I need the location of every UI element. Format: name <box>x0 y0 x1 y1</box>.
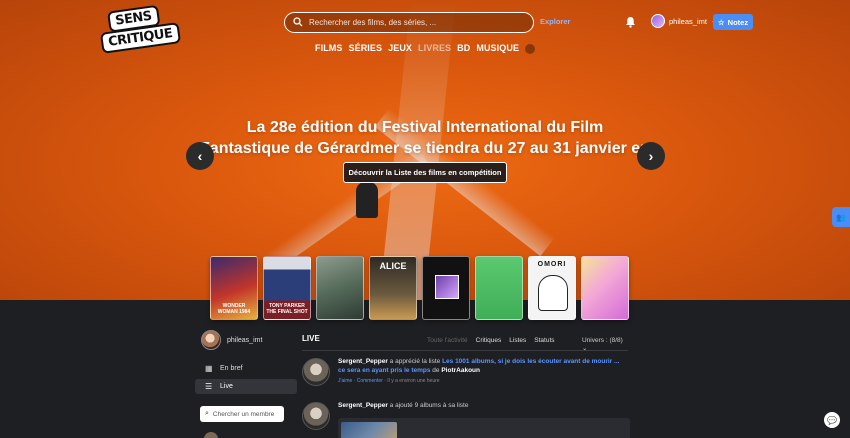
filter-listes[interactable]: Listes <box>509 337 526 344</box>
username-label: phileas_imt <box>669 16 707 26</box>
carousel-prev-button[interactable]: ‹ <box>186 142 214 170</box>
profile-username: phileas_imt <box>227 336 263 344</box>
nav-item-livres[interactable]: LIVRES <box>418 43 451 54</box>
poster-title: WONDER WOMAN 1984 <box>217 303 251 315</box>
divider <box>302 350 628 351</box>
poster-art <box>435 275 459 299</box>
sidebar-item-label: En bref <box>220 365 243 372</box>
filter-statuts[interactable]: Statuts <box>534 337 554 344</box>
feed-item-text: Sergent_Pepper a apprécié la liste Les 1… <box>338 358 628 386</box>
grid-icon: ▦ <box>205 364 213 373</box>
search-icon <box>293 17 303 27</box>
notez-button[interactable]: ☆ Notez <box>713 14 753 30</box>
feed-action: a ajouté 9 albums à sa liste <box>387 402 469 409</box>
sidebar: phileas_imt ▦ En bref ☰ Live ⌕ <box>195 330 297 422</box>
like-comment-links[interactable]: J'aime · Commenter <box>338 378 383 384</box>
sidebar-item-en-bref[interactable]: ▦ En bref <box>195 361 295 376</box>
member-search-box[interactable]: ⌕ <box>200 406 284 422</box>
search-input[interactable] <box>309 15 524 30</box>
poster-title: ALICE <box>379 261 407 271</box>
nav-item-films[interactable]: FILMS <box>315 43 343 54</box>
star-icon: ☆ <box>717 17 725 27</box>
poster-title: TONY PARKER THE FINAL SHOT <box>266 303 308 315</box>
avatar <box>201 330 221 350</box>
feed-action: a apprécié la liste <box>387 358 443 365</box>
poster[interactable]: ALICE <box>369 256 417 320</box>
search-bar[interactable] <box>284 12 534 33</box>
filter-all-activity[interactable]: Toute l'activité <box>427 337 468 344</box>
avatar[interactable] <box>302 358 330 386</box>
poster-art <box>538 275 568 311</box>
side-panel-tab[interactable]: 👥 <box>832 207 850 227</box>
live-feed: LIVE Toute l'activité Critiques Listes S… <box>302 332 630 438</box>
poster[interactable]: TONY PARKER THE FINAL SHOT <box>263 256 311 320</box>
poster[interactable] <box>581 256 629 320</box>
avatar <box>204 432 218 438</box>
list-preview-card[interactable] <box>338 418 630 438</box>
poster[interactable] <box>422 256 470 320</box>
user-menu[interactable]: phileas_imt ⌄ <box>651 14 717 28</box>
explore-link[interactable]: Explorer <box>540 17 570 26</box>
poster-title: OMORI <box>537 261 567 268</box>
feed-timestamp: · Il y a environ une heure <box>382 378 440 384</box>
feed-user-link[interactable]: Sergent_Pepper <box>338 402 388 409</box>
poster[interactable]: WONDER WOMAN 1984 <box>210 256 258 320</box>
top-bar: SENS CRITIQUE Explorer phileas_imt ⌄ ☆ N… <box>0 0 850 62</box>
avatar[interactable] <box>302 402 330 430</box>
carousel-next-button[interactable]: › <box>637 142 665 170</box>
chevron-left-icon: ‹ <box>197 148 203 164</box>
feed-filters: Toute l'activité Critiques Listes Statut… <box>427 337 555 344</box>
feed-title: LIVE <box>302 334 320 343</box>
chat-button[interactable]: 💬 <box>824 412 840 428</box>
people-icon: 👥 <box>836 212 846 222</box>
feed-meta: J'aime · Commenter · Il y a environ une … <box>338 377 628 386</box>
nav-item-bd[interactable]: BD <box>457 43 470 54</box>
sidebar-item-live[interactable]: ☰ Live <box>195 379 297 394</box>
album-cover <box>341 422 397 438</box>
feed-by: de <box>430 366 442 374</box>
more-icon[interactable] <box>525 44 536 54</box>
sidebar-item-label: Live <box>220 383 233 390</box>
feed-user-link[interactable]: Sergent_Pepper <box>338 358 388 365</box>
list-icon: ☰ <box>205 382 213 391</box>
nav-item-jeux[interactable]: JEUX <box>388 43 412 54</box>
search-icon: ⌕ <box>205 410 209 417</box>
nav-item-musique[interactable]: MUSIQUE <box>476 43 519 54</box>
avatar <box>651 14 665 28</box>
filter-critiques[interactable]: Critiques <box>476 337 502 344</box>
notez-label: Notez <box>727 17 749 27</box>
silhouette-figure <box>356 182 378 218</box>
poster[interactable]: OMORI <box>528 256 576 320</box>
feed-header: LIVE Toute l'activité Critiques Listes S… <box>302 332 628 352</box>
sens-critique-logo[interactable]: SENS CRITIQUE <box>97 3 181 59</box>
feed-item-text: Sergent_Pepper a ajouté 9 albums à sa li… <box>338 402 628 411</box>
poster[interactable] <box>475 256 523 320</box>
sidebar-menu: ▦ En bref ☰ Live <box>195 361 297 394</box>
chat-icon: 💬 <box>827 415 837 425</box>
category-nav: FILMS SÉRIES JEUX LIVRES BD MUSIQUE <box>315 43 536 54</box>
nav-item-series[interactable]: SÉRIES <box>349 43 383 54</box>
poster[interactable] <box>316 256 364 320</box>
feed-author-link[interactable]: PiotrAakoun <box>441 367 480 374</box>
poster-strip: WONDER WOMAN 1984 TONY PARKER THE FINAL … <box>210 256 629 320</box>
profile-summary[interactable]: phileas_imt <box>201 330 295 350</box>
member-search-input[interactable] <box>212 410 281 418</box>
bell-icon[interactable] <box>625 16 636 28</box>
discover-list-button[interactable]: Découvrir la Liste des films en compétit… <box>343 162 507 183</box>
univers-label: Univers : (8/8) <box>582 337 623 344</box>
chevron-right-icon: › <box>648 148 654 164</box>
